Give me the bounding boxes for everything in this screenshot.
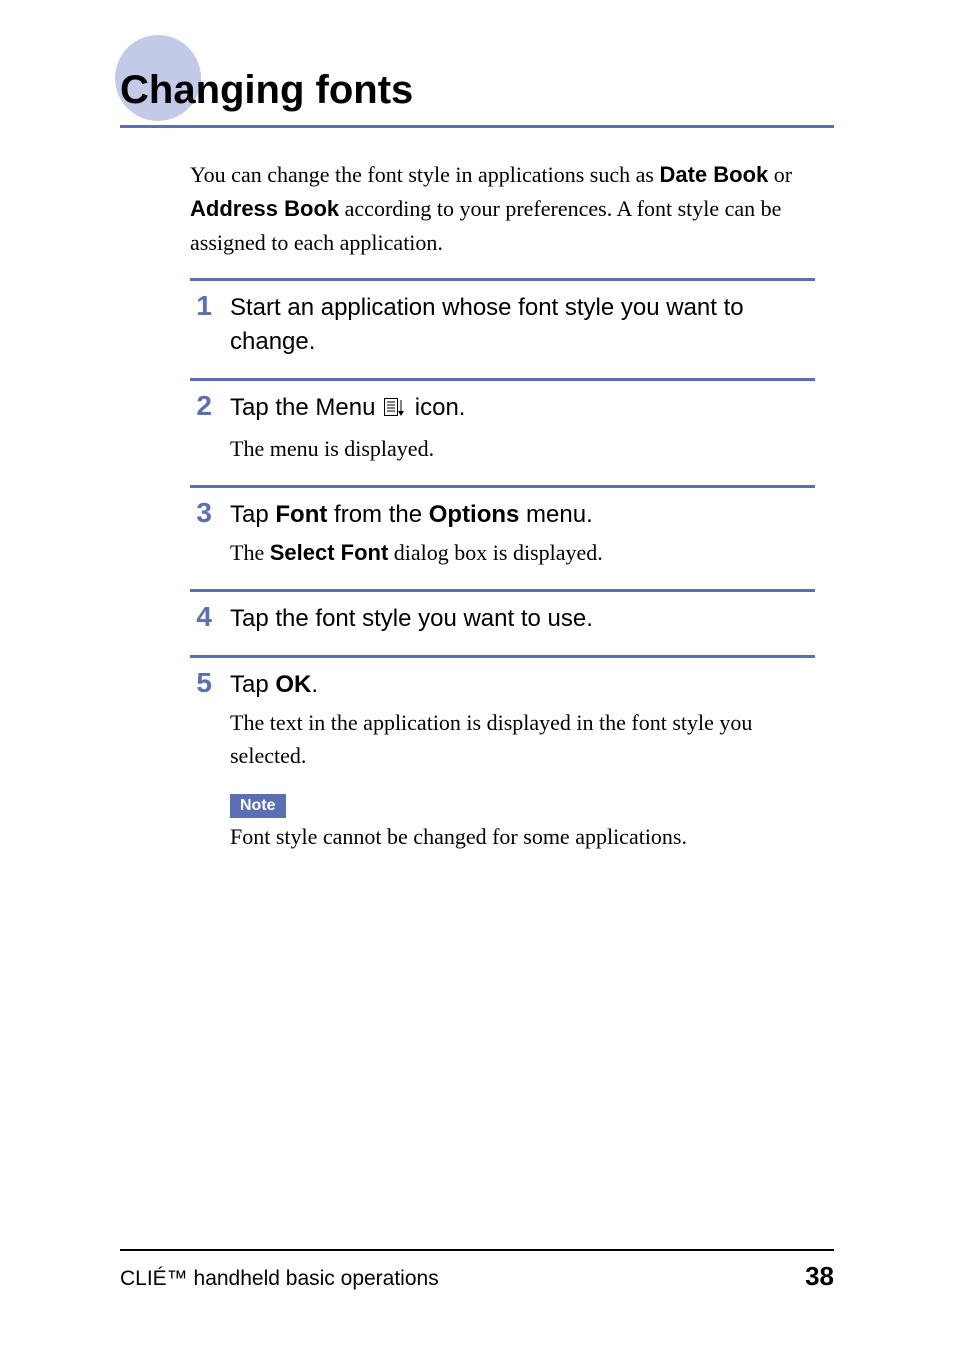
footer-divider [120, 1249, 834, 1251]
note-label: Note [230, 794, 286, 818]
page-footer: CLIÉ™ handheld basic operations 38 [120, 1249, 834, 1292]
step-item: 4 Tap the font style you want to use. [190, 589, 815, 656]
title-underline [120, 125, 834, 128]
step-number: 5 [190, 668, 212, 699]
step-subtext: The Select Font dialog box is displayed. [230, 536, 815, 569]
step-heading: Tap OK. [230, 668, 815, 702]
step-number: 3 [190, 498, 212, 529]
step-subtext: The text in the application is displayed… [230, 706, 815, 772]
step-heading: Tap Font from the Options menu. [230, 498, 815, 532]
step-number: 1 [190, 291, 212, 322]
page-header: Changing fonts [0, 0, 954, 128]
step-subtext: The menu is displayed. [230, 432, 815, 465]
step-heading: Start an application whose font style yo… [230, 291, 815, 358]
page-number: 38 [805, 1261, 834, 1292]
intro-paragraph: You can change the font style in applica… [190, 158, 805, 260]
step-item: 3 Tap Font from the Options menu. The Se… [190, 485, 815, 589]
step-item: 2 Tap the Menu icon. The menu is display… [190, 378, 815, 485]
footer-title: CLIÉ™ handheld basic operations [120, 1267, 439, 1291]
page-title: Changing fonts [120, 40, 954, 113]
step-item: 1 Start an application whose font style … [190, 278, 815, 378]
step-number: 2 [190, 391, 212, 422]
step-heading: Tap the Menu icon. [230, 391, 815, 428]
note-text: Font style cannot be changed for some ap… [230, 824, 815, 850]
step-item: 5 Tap OK. The text in the application is… [190, 655, 815, 870]
step-number: 4 [190, 602, 212, 633]
step-heading: Tap the font style you want to use. [230, 602, 815, 636]
steps-list: 1 Start an application whose font style … [190, 278, 815, 870]
menu-icon [384, 394, 406, 428]
